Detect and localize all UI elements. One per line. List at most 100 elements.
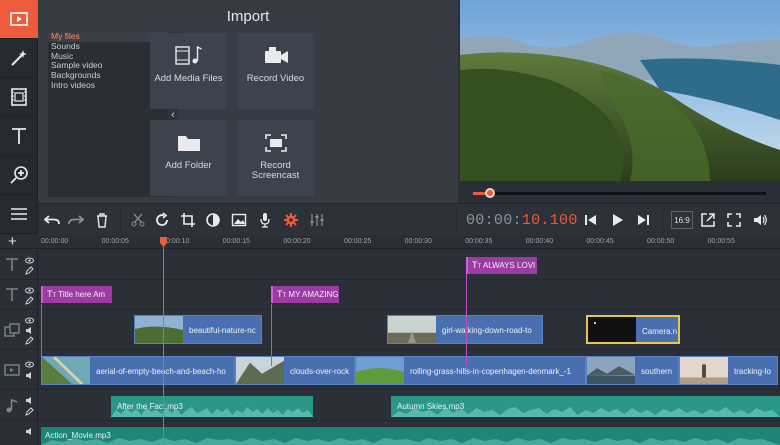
overlay-clip-camera[interactable]: Camera.n: [586, 315, 680, 344]
add-media-files-label: Add Media Files: [154, 73, 223, 84]
overlay-icon: [4, 323, 20, 337]
speaker-small-icon[interactable]: [25, 427, 34, 436]
filters-tool-button[interactable]: [0, 78, 38, 117]
previous-frame-button[interactable]: [581, 210, 601, 230]
music-track-header: [0, 421, 38, 445]
image-button[interactable]: [229, 210, 249, 230]
record-video-tile[interactable]: Record Video: [237, 33, 314, 109]
speaker-small-icon[interactable]: [25, 396, 34, 405]
edit-pencil-icon[interactable]: [25, 296, 34, 305]
import-tool-button[interactable]: [0, 0, 38, 39]
split-button[interactable]: [128, 210, 148, 230]
detach-preview-button[interactable]: [698, 210, 718, 230]
video-clip-tracking[interactable]: tracking-lo: [679, 356, 778, 385]
ruler-tick-label: 00:00:55: [707, 238, 735, 245]
speaker-small-icon[interactable]: [25, 326, 34, 335]
timeline-ruler[interactable]: + 00:00:00 00:00:05 00:00:10 00:00:15 00:00:…: [0, 234, 780, 249]
title-track-2: TT Title here Am TT MY AMAZING: [0, 280, 780, 310]
video-clip-aerial-beach[interactable]: aerial-of-empty-beach-and-beach-ho: [41, 356, 235, 385]
play-icon: [613, 214, 623, 226]
audio-clip-after-the-fact[interactable]: After the Fact.mp3: [111, 396, 313, 417]
video-track: aerial-of-empty-beach-and-beach-ho cloud…: [0, 350, 780, 390]
title-clip-title-here[interactable]: TT Title here Am: [41, 286, 112, 303]
ruler-tick-label: 00:00:35: [465, 238, 493, 245]
video-clip-clouds-over-rock[interactable]: clouds-over-rock: [235, 356, 355, 385]
next-frame-button[interactable]: [633, 210, 653, 230]
eye-icon[interactable]: [25, 316, 34, 325]
clip-thumbnail: [587, 357, 635, 384]
external-window-icon: [701, 213, 715, 227]
text-t-icon: [12, 128, 26, 144]
video-preview: [460, 0, 780, 181]
redo-button[interactable]: [66, 210, 86, 230]
video-track-icon: [4, 364, 20, 376]
play-button[interactable]: [607, 210, 627, 230]
title-clip-label: MY AMAZING: [288, 290, 339, 299]
toolbar-divider: [662, 208, 663, 232]
crop-button[interactable]: [178, 210, 198, 230]
seek-handle[interactable]: [485, 188, 495, 198]
eye-icon[interactable]: [25, 256, 34, 265]
overlay-clip-girl-walking[interactable]: girl-walking-down-road-to: [387, 315, 543, 344]
add-media-files-tile[interactable]: Add Media Files: [150, 33, 227, 109]
equalizer-button[interactable]: [307, 210, 327, 230]
record-video-label: Record Video: [246, 73, 305, 84]
video-clip-southern[interactable]: southern: [586, 356, 679, 385]
title-track-1-header: [0, 250, 38, 279]
import-panel: Import My files Sounds Music Sample vide…: [38, 0, 458, 203]
titles-tool-button[interactable]: [0, 117, 38, 156]
edit-pencil-icon[interactable]: [25, 266, 34, 275]
add-track-button[interactable]: +: [8, 234, 17, 249]
edit-pencil-icon[interactable]: [25, 407, 34, 416]
settings-button[interactable]: [281, 210, 301, 230]
record-screencast-tile[interactable]: Record Screencast: [237, 120, 314, 196]
delete-button[interactable]: [92, 210, 112, 230]
eye-icon[interactable]: [25, 286, 34, 295]
video-track-header: [0, 350, 38, 389]
magic-wand-tool-button[interactable]: [0, 39, 38, 78]
title-clip-my-amazing[interactable]: TT MY AMAZING: [271, 286, 339, 303]
video-clip-rolling-grass-hills[interactable]: rolling-grass-hills-in-copenhagen-denmar…: [355, 356, 586, 385]
title-track-2-header: [0, 280, 38, 309]
undo-button[interactable]: [42, 210, 62, 230]
import-panel-title: Import: [226, 8, 270, 25]
volume-button[interactable]: [750, 210, 770, 230]
fullscreen-button[interactable]: [724, 210, 744, 230]
title-clip-always-lovi[interactable]: TT ALWAYS LOVI: [466, 257, 537, 274]
clip-thumbnail: [236, 357, 284, 384]
text-t-icon: [6, 288, 18, 301]
ruler-tick-label: 00:00:45: [586, 238, 614, 245]
zoom-tool-button[interactable]: [0, 156, 38, 195]
contrast-icon: [206, 213, 220, 227]
ruler-tick-label: 00:00:25: [344, 238, 372, 245]
clip-label: beautiful-nature-nc: [189, 326, 256, 335]
clip-label: After the Fact.mp3: [117, 402, 183, 411]
clip-label: Camera.n: [642, 327, 678, 336]
playhead-line[interactable]: [163, 237, 164, 445]
add-folder-tile[interactable]: Add Folder: [150, 120, 227, 196]
record-audio-button[interactable]: [255, 210, 275, 230]
more-tools-button[interactable]: [0, 195, 38, 234]
ruler-tick-label: 00:00:40: [525, 238, 554, 245]
edit-pencil-icon[interactable]: [25, 336, 34, 345]
add-media-icon: [174, 45, 202, 65]
title-clip-t-icon: TT: [472, 260, 482, 270]
eye-icon[interactable]: [25, 360, 34, 369]
aspect-ratio-button[interactable]: 16:9: [671, 211, 693, 229]
ruler-tick-label: 00:00:30: [404, 238, 432, 245]
edit-toolbar: 00:00:10.100 16:9: [38, 203, 780, 235]
speaker-small-icon[interactable]: [25, 371, 34, 380]
skip-forward-icon: [638, 215, 649, 225]
audio-clip-autumn-skies[interactable]: Autumn Skies.mp3: [391, 396, 780, 417]
audio-track: After the Fact.mp3 Autumn Skies.mp3: [0, 390, 780, 421]
clip-label: girl-walking-down-road-to: [442, 326, 532, 335]
ruler-tick-label: 00:00:50: [647, 238, 675, 245]
camera-icon: [264, 47, 288, 63]
rotate-button[interactable]: [152, 210, 172, 230]
seek-bar[interactable]: [473, 188, 766, 198]
screencast-icon: [264, 134, 287, 152]
overlay-clip-beautiful-nature[interactable]: beautiful-nature-nc: [134, 315, 262, 344]
audio-clip-action-movie[interactable]: Action_Movie.mp3: [41, 427, 780, 445]
color-adjust-button[interactable]: [203, 210, 223, 230]
title-link-line: [466, 274, 467, 366]
